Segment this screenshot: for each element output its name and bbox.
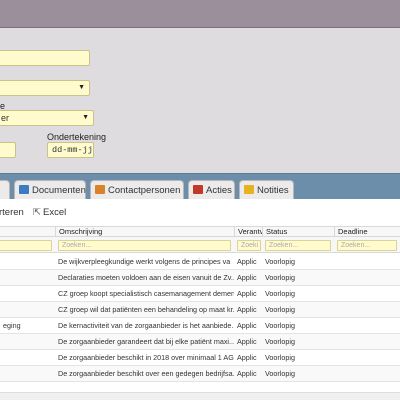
deadline-cell bbox=[334, 302, 400, 318]
content-panel: rteren ⇱ Excel Omschrijving Verantv Stat… bbox=[0, 199, 400, 400]
status-cell: Voorlopig bbox=[265, 273, 295, 282]
grid-toolbar: rteren ⇱ Excel bbox=[0, 205, 400, 221]
tab-acties-label: Acties bbox=[206, 185, 232, 196]
tab-acties[interactable]: Acties bbox=[188, 180, 235, 200]
filter-input-deadline[interactable]: Zoeken... bbox=[337, 240, 397, 251]
table-row[interactable]: CZ groep koopt specialistisch casemanage… bbox=[0, 286, 400, 302]
table-row[interactable]: Declaraties moeten voldoen aan de eisen … bbox=[0, 270, 400, 286]
verantwoordelijke-cell: Applic bbox=[237, 321, 257, 330]
verantwoordelijke-cell: Applic bbox=[237, 257, 257, 266]
row-left-cell bbox=[0, 270, 55, 286]
horizontal-scrollbar[interactable] bbox=[0, 392, 400, 400]
row-left-cell bbox=[0, 366, 55, 382]
filter-input-verantwoordelijke[interactable]: Zoeki bbox=[237, 240, 261, 251]
status-cell: Voorlopig bbox=[265, 337, 295, 346]
deadline-cell bbox=[334, 366, 400, 382]
deadline-cell bbox=[334, 286, 400, 302]
tab-partial[interactable] bbox=[0, 180, 10, 200]
omschrijving-cell: De zorgaanbieder garandeert dat bij elke… bbox=[58, 337, 234, 346]
column-header-status[interactable]: Status bbox=[262, 227, 334, 237]
deadline-cell bbox=[334, 318, 400, 334]
column-header-verantwoordelijke[interactable]: Verantv bbox=[234, 227, 262, 237]
date-field-left[interactable] bbox=[0, 142, 16, 158]
filter-input-omschrijving[interactable]: Zoeken... bbox=[58, 240, 231, 251]
text-field-1[interactable] bbox=[0, 50, 90, 66]
tab-documenten[interactable]: Documenten bbox=[14, 180, 86, 200]
filter-input-status[interactable]: Zoeken... bbox=[265, 240, 331, 251]
table-row[interactable]: De zorgaanbieder beschikt in 2018 over m… bbox=[0, 350, 400, 366]
grid-header: Omschrijving Verantv Status Deadline bbox=[0, 226, 400, 237]
chevron-down-icon: ▼ bbox=[78, 84, 85, 91]
chevron-down-icon: ▼ bbox=[82, 114, 89, 121]
tab-notities[interactable]: Notities bbox=[239, 180, 294, 200]
tab-notities-label: Notities bbox=[257, 185, 289, 196]
verantwoordelijke-cell: Applic bbox=[237, 305, 257, 314]
verantwoordelijke-cell: Applic bbox=[237, 273, 257, 282]
table-row[interactable]: CZ groep wil dat patiënten een behandeli… bbox=[0, 302, 400, 318]
excel-button[interactable]: Excel bbox=[43, 207, 66, 218]
select-field-2-value: er bbox=[1, 113, 10, 123]
omschrijving-cell: CZ groep koopt specialistisch casemanage… bbox=[58, 289, 234, 298]
contacts-icon bbox=[95, 185, 105, 194]
row-left-cell bbox=[0, 286, 55, 302]
status-cell: Voorlopig bbox=[265, 353, 295, 362]
tabs-bar: Documenten Contactpersonen Acties Notiti… bbox=[0, 173, 400, 200]
deadline-cell bbox=[334, 270, 400, 286]
ondertekening-date-input[interactable]: dd-mm-jjjj bbox=[47, 142, 94, 158]
tab-contactpersonen[interactable]: Contactpersonen bbox=[90, 180, 184, 200]
top-header-bar bbox=[0, 0, 400, 28]
row-left-cell bbox=[0, 302, 55, 318]
status-cell: Voorlopig bbox=[265, 305, 295, 314]
actions-icon bbox=[193, 185, 203, 194]
verantwoordelijke-cell: Applic bbox=[237, 289, 257, 298]
row-left-cell: eging bbox=[3, 321, 21, 330]
omschrijving-cell: De kernactiviteit van de zorgaanbieder i… bbox=[58, 321, 234, 330]
notes-icon bbox=[244, 185, 254, 194]
column-header-deadline[interactable]: Deadline bbox=[334, 227, 400, 237]
row-left-cell bbox=[0, 254, 55, 270]
filter-row: Zoeken... Zoeki Zoeken... Zoeken... bbox=[0, 237, 400, 253]
verantwoordelijke-cell: Applic bbox=[237, 337, 257, 346]
external-link-icon: ⇱ bbox=[33, 207, 41, 218]
filter-input-col0[interactable] bbox=[0, 240, 52, 251]
documents-icon bbox=[19, 185, 29, 194]
tab-documenten-label: Documenten bbox=[32, 185, 86, 196]
table-row[interactable]: De zorgaanbieder garandeert dat bij elke… bbox=[0, 334, 400, 350]
deadline-cell bbox=[334, 254, 400, 270]
select-field-1[interactable]: ▼ bbox=[0, 80, 90, 96]
omschrijving-cell: CZ groep wil dat patiënten een behandeli… bbox=[58, 305, 234, 314]
status-cell: Voorlopig bbox=[265, 257, 295, 266]
row-left-cell bbox=[0, 350, 55, 366]
table-row[interactable]: De wijkverpleegkundige werkt volgens de … bbox=[0, 254, 400, 270]
table-row[interactable]: De zorgaanbieder beschikt over een gedeg… bbox=[0, 366, 400, 382]
verantwoordelijke-cell: Applic bbox=[237, 369, 257, 378]
import-button[interactable]: rteren bbox=[0, 207, 24, 218]
status-cell: Voorlopig bbox=[265, 289, 295, 298]
deadline-cell bbox=[334, 334, 400, 350]
verantwoordelijke-cell: Applic bbox=[237, 353, 257, 362]
ondertekening-label: Ondertekening bbox=[47, 132, 107, 142]
row-left-cell bbox=[0, 334, 55, 350]
omschrijving-cell: De zorgaanbieder beschikt over een gedeg… bbox=[58, 369, 234, 378]
status-cell: Voorlopig bbox=[265, 369, 295, 378]
deadline-cell bbox=[334, 350, 400, 366]
omschrijving-cell: Declaraties moeten voldoen aan de eisen … bbox=[58, 273, 234, 282]
tab-contactpersonen-label: Contactpersonen bbox=[108, 185, 181, 196]
status-cell: Voorlopig bbox=[265, 321, 295, 330]
form-panel: ▼ e er ▼ Ondertekening dd-mm-jjjj bbox=[0, 28, 400, 173]
omschrijving-cell: De zorgaanbieder beschikt in 2018 over m… bbox=[58, 353, 234, 362]
table-row[interactable]: eging De kernactiviteit van de zorgaanbie… bbox=[0, 318, 400, 334]
select-field-2[interactable]: er ▼ bbox=[0, 110, 94, 126]
omschrijving-cell: De wijkverpleegkundige werkt volgens de … bbox=[58, 257, 231, 266]
column-header-omschrijving[interactable]: Omschrijving bbox=[55, 227, 234, 237]
